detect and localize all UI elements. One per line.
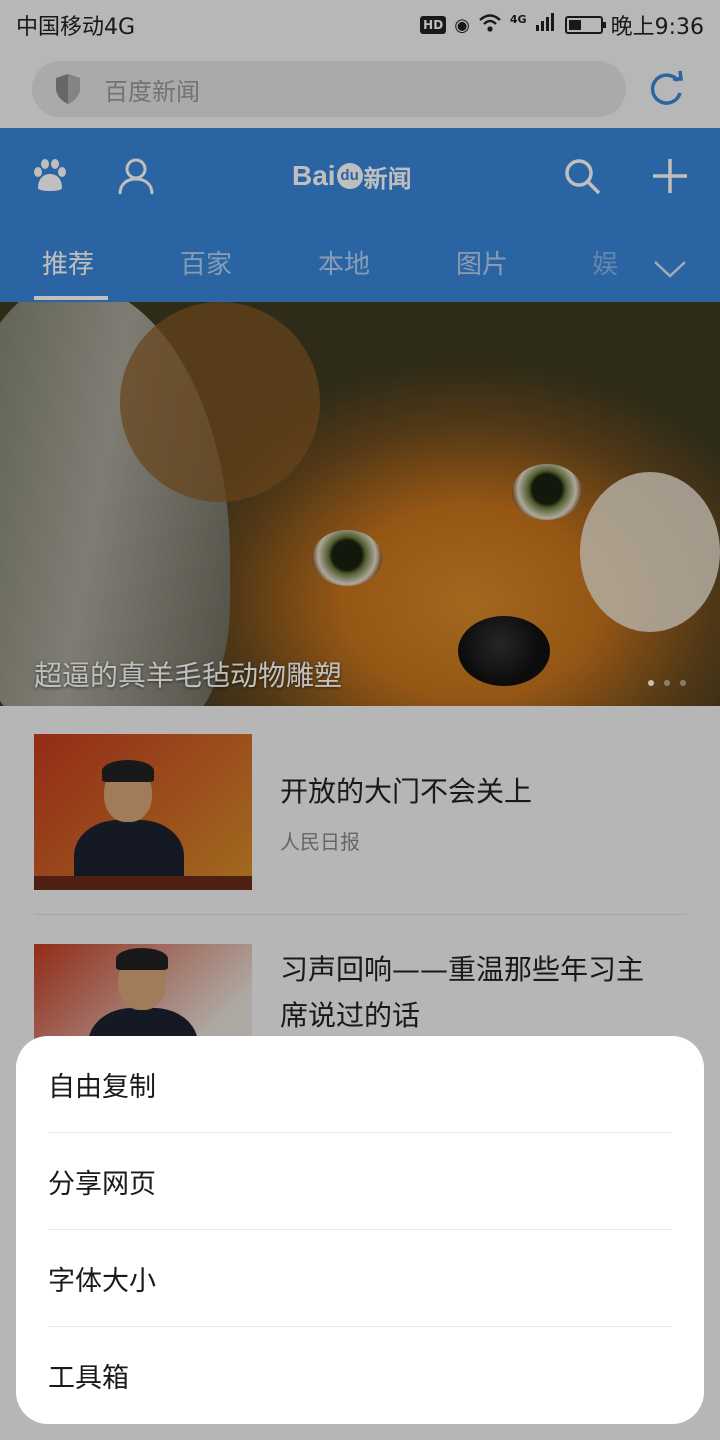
menu-item-label: 自由复制 <box>48 1072 156 1103</box>
menu-item-font-size[interactable]: 字体大小 <box>48 1230 672 1327</box>
menu-item-share-page[interactable]: 分享网页 <box>48 1133 672 1230</box>
menu-item-free-copy[interactable]: 自由复制 <box>48 1036 672 1133</box>
menu-item-label: 工具箱 <box>48 1363 129 1394</box>
action-sheet: 自由复制 分享网页 字体大小 工具箱 <box>16 1036 704 1424</box>
menu-item-label: 字体大小 <box>48 1266 156 1297</box>
menu-item-label: 分享网页 <box>48 1169 156 1200</box>
menu-item-toolbox[interactable]: 工具箱 <box>48 1327 672 1424</box>
